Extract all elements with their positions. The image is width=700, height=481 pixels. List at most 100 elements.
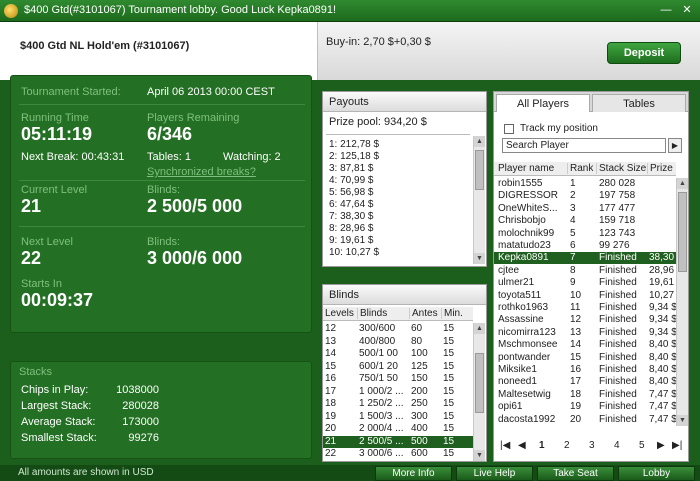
col-rank[interactable]: Rank bbox=[567, 163, 593, 174]
window-title: $400 Gtd(#3101067) Tournament lobby. Goo… bbox=[24, 4, 337, 16]
payout-item: 3: 87,81 $ bbox=[329, 163, 374, 174]
player-row[interactable]: cjtee 8 Finished 28,96 $ bbox=[494, 264, 682, 277]
player-row[interactable]: toyota511 10 Finished 10,27 $ bbox=[494, 290, 682, 302]
blinds-cell: 21 bbox=[325, 435, 337, 447]
blinds-cell: 125 bbox=[411, 360, 428, 372]
running-time-label: Running Time bbox=[21, 112, 89, 124]
payouts-scrollbar[interactable]: ▲ ▼ bbox=[473, 136, 485, 264]
minimize-icon[interactable]: — bbox=[658, 3, 674, 18]
scroll-down-icon[interactable]: ▼ bbox=[474, 450, 485, 461]
blinds-row: 19 1 500/3 ... 300 15 bbox=[323, 411, 473, 423]
blinds-cell: 600/1 20 bbox=[359, 360, 398, 372]
blinds-cell: 15 bbox=[443, 435, 455, 447]
blinds-cell: 3 000/6 ... bbox=[359, 448, 404, 459]
payouts-panel: Payouts Prize pool: 934,20 $ 1: 212,78 $… bbox=[322, 91, 487, 267]
next-page-icon[interactable]: ▶ bbox=[657, 440, 665, 451]
blinds-cell: 2 500/5 ... bbox=[359, 435, 404, 447]
player-row[interactable]: noneed1 17 Finished 8,40 $ bbox=[494, 376, 677, 388]
player-cell: cjtee bbox=[498, 264, 520, 276]
player-cell: nicomirra123 bbox=[498, 326, 556, 338]
player-row[interactable]: Maltesetwig 18 Finished 7,47 $ bbox=[494, 388, 677, 401]
player-cell: 19 bbox=[570, 401, 582, 413]
scroll-thumb[interactable] bbox=[475, 150, 484, 190]
player-row[interactable]: opi61 19 Finished 7,47 $ bbox=[494, 401, 677, 413]
player-cell: Finished bbox=[599, 302, 637, 313]
scroll-up-icon[interactable]: ▲ bbox=[474, 136, 485, 147]
player-row[interactable]: Mschmonsee 14 Finished 8,40 $ bbox=[494, 339, 677, 351]
player-cell: 5 bbox=[570, 227, 576, 239]
deposit-button[interactable]: Deposit bbox=[607, 42, 681, 64]
player-row[interactable]: ulmer21 9 Finished 19,61 $ bbox=[494, 277, 682, 289]
col-blinds[interactable]: Blinds bbox=[357, 308, 387, 319]
player-cell: Miksike1 bbox=[498, 364, 537, 375]
player-row[interactable]: rothko1963 11 Finished 9,34 $ bbox=[494, 302, 677, 314]
player-row[interactable]: DIGRESSOR 2 197 758 bbox=[494, 190, 676, 202]
col-prize[interactable]: Prize bbox=[647, 163, 673, 174]
page-link[interactable]: 5 bbox=[639, 440, 645, 451]
player-cell: Assassine bbox=[498, 314, 544, 326]
blinds-cell: 15 bbox=[443, 335, 455, 347]
scroll-down-icon[interactable]: ▼ bbox=[474, 253, 485, 264]
blinds-cell: 500 bbox=[411, 435, 428, 447]
player-cell: pontwander bbox=[498, 351, 551, 363]
search-player-input[interactable]: Search Player bbox=[502, 138, 666, 153]
players-scrollbar[interactable]: ▲ ▼ bbox=[676, 178, 688, 426]
scroll-down-icon[interactable]: ▼ bbox=[677, 415, 688, 426]
player-cell: 6 bbox=[570, 240, 576, 251]
lobby-button[interactable]: Lobby bbox=[618, 466, 695, 481]
blinds-cell: 2 000/4 ... bbox=[359, 423, 404, 434]
blinds-scrollbar[interactable]: ▲ ▼ bbox=[473, 323, 485, 461]
player-cell: 123 743 bbox=[599, 227, 636, 239]
player-row[interactable]: Chrisbobjo 4 159 718 bbox=[494, 215, 676, 227]
track-position-label: Track my position bbox=[520, 123, 598, 134]
more-info-button[interactable]: More Info bbox=[375, 466, 452, 481]
scroll-up-icon[interactable]: ▲ bbox=[474, 323, 485, 334]
close-icon[interactable]: ✕ bbox=[679, 3, 695, 18]
page-link[interactable]: 2 bbox=[564, 440, 570, 451]
take-seat-button[interactable]: Take Seat bbox=[537, 466, 614, 481]
player-row[interactable]: robin1555 1 280 028 bbox=[494, 178, 676, 190]
current-level-value: 21 bbox=[21, 196, 42, 216]
col-player-name[interactable]: Player name bbox=[496, 163, 554, 174]
player-row[interactable]: pontwander 15 Finished 8,40 $ bbox=[494, 351, 677, 364]
first-page-icon[interactable]: |◀ bbox=[500, 440, 510, 451]
stack-row-value: 280028 bbox=[122, 400, 159, 412]
stack-row-name: Smallest Stack: bbox=[21, 432, 97, 444]
col-stack-size[interactable]: Stack Size bbox=[596, 163, 646, 174]
player-row[interactable]: Assassine 12 Finished 9,34 $ bbox=[494, 314, 677, 326]
last-page-icon[interactable]: ▶| bbox=[672, 440, 682, 451]
player-row[interactable]: dacosta1992 20 Finished 7,47 $ bbox=[494, 414, 677, 426]
player-row[interactable]: Miksike1 16 Finished 8,40 $ bbox=[494, 364, 677, 376]
page-link[interactable]: 3 bbox=[589, 440, 595, 451]
page-link[interactable]: 1 bbox=[539, 440, 545, 451]
player-row[interactable]: OneWhiteS... 3 177 477 bbox=[494, 203, 676, 215]
page-link[interactable]: 4 bbox=[614, 440, 620, 451]
col-levels[interactable]: Levels bbox=[323, 308, 354, 319]
tab-all-players[interactable]: All Players bbox=[496, 94, 590, 112]
player-cell: Finished bbox=[599, 277, 637, 289]
player-row[interactable]: nicomirra123 13 Finished 9,34 $ bbox=[494, 326, 677, 339]
blinds-cell: 15 bbox=[325, 360, 337, 372]
payout-item: 7: 38,30 $ bbox=[329, 211, 374, 222]
col-min[interactable]: Min. bbox=[441, 308, 463, 319]
scroll-thumb[interactable] bbox=[678, 192, 687, 272]
player-row[interactable]: Kepka0891 7 Finished 38,30 $ bbox=[494, 252, 682, 265]
player-cell: 18 bbox=[570, 388, 582, 400]
live-help-button[interactable]: Live Help bbox=[456, 466, 533, 481]
blinds-cell: 250 bbox=[411, 398, 428, 409]
scroll-up-icon[interactable]: ▲ bbox=[677, 178, 688, 189]
game-name: $400 Gtd NL Hold'em (#3101067) bbox=[20, 40, 190, 52]
player-row[interactable]: matatudo23 6 99 276 bbox=[494, 240, 676, 252]
player-cell: 7,47 $ bbox=[649, 388, 677, 400]
scroll-thumb[interactable] bbox=[475, 353, 484, 413]
player-row[interactable]: molochnik99 5 123 743 bbox=[494, 228, 676, 240]
player-cell: 159 718 bbox=[599, 215, 636, 227]
synchronized-breaks-link[interactable]: Synchronized breaks? bbox=[147, 166, 256, 178]
track-position-checkbox[interactable] bbox=[504, 124, 514, 134]
search-go-button[interactable]: ▶ bbox=[668, 138, 682, 153]
prev-page-icon[interactable]: ◀ bbox=[518, 440, 526, 451]
players-table: robin1555 1 280 028 DIGRESSOR 2 197 758 OneWhi… bbox=[494, 178, 682, 426]
tab-tables[interactable]: Tables bbox=[592, 94, 686, 112]
col-antes[interactable]: Antes bbox=[409, 308, 438, 319]
blinds-cell: 15 bbox=[443, 448, 455, 459]
